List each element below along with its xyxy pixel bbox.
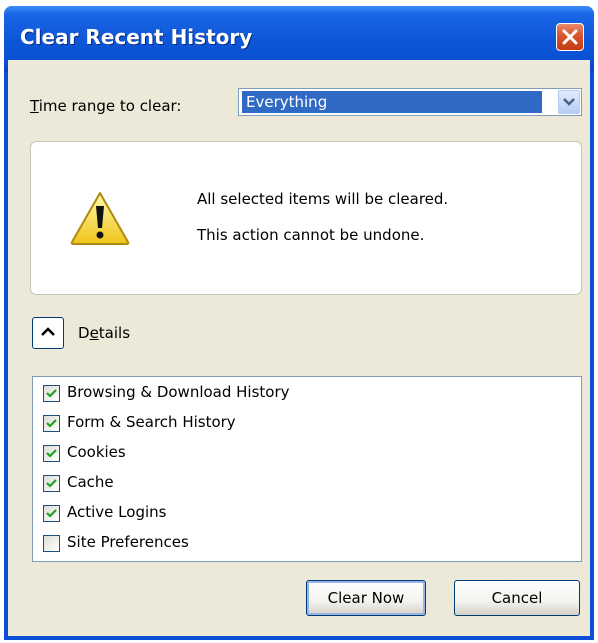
- clear-items-list: Browsing & Download History Form & Searc…: [32, 376, 582, 562]
- item-label: Browsing & Download History: [67, 383, 290, 401]
- checkbox[interactable]: [43, 535, 60, 552]
- check-icon: [46, 449, 57, 458]
- cancel-button[interactable]: Cancel: [454, 580, 580, 616]
- check-icon: [46, 389, 57, 398]
- clear-now-button[interactable]: Clear Now: [306, 580, 426, 616]
- dropdown-button[interactable]: [558, 90, 580, 114]
- time-range-select[interactable]: Everything: [238, 88, 582, 116]
- time-range-selected-value: Everything: [242, 91, 542, 113]
- close-icon: [562, 29, 578, 45]
- item-label: Site Preferences: [67, 533, 189, 551]
- check-icon: [46, 509, 57, 518]
- chevron-down-icon: [563, 98, 575, 106]
- details-label[interactable]: Details: [78, 324, 130, 342]
- checkbox[interactable]: [43, 385, 60, 402]
- item-label: Cache: [67, 473, 114, 491]
- chevron-up-icon: [41, 327, 55, 336]
- checkbox[interactable]: [43, 445, 60, 462]
- item-label: Active Logins: [67, 503, 167, 521]
- dialog-body: Time range to clear: Everything All sele…: [8, 60, 590, 636]
- warning-panel: All selected items will be cleared. This…: [30, 141, 582, 295]
- item-label: Form & Search History: [67, 413, 236, 431]
- checkbox[interactable]: [43, 475, 60, 492]
- clear-history-dialog: Clear Recent History Time range to clear…: [4, 6, 594, 640]
- checkbox[interactable]: [43, 505, 60, 522]
- check-icon: [46, 419, 57, 428]
- item-label: Cookies: [67, 443, 126, 461]
- time-range-label: Time range to clear:: [30, 97, 182, 115]
- dialog-title: Clear Recent History: [20, 25, 253, 49]
- warning-line-2: This action cannot be undone.: [197, 226, 425, 244]
- close-button[interactable]: [556, 23, 584, 51]
- check-icon: [46, 479, 57, 488]
- warning-icon: [70, 192, 130, 245]
- details-toggle-button[interactable]: [32, 317, 64, 349]
- checkbox[interactable]: [43, 415, 60, 432]
- warning-line-1: All selected items will be cleared.: [197, 190, 449, 208]
